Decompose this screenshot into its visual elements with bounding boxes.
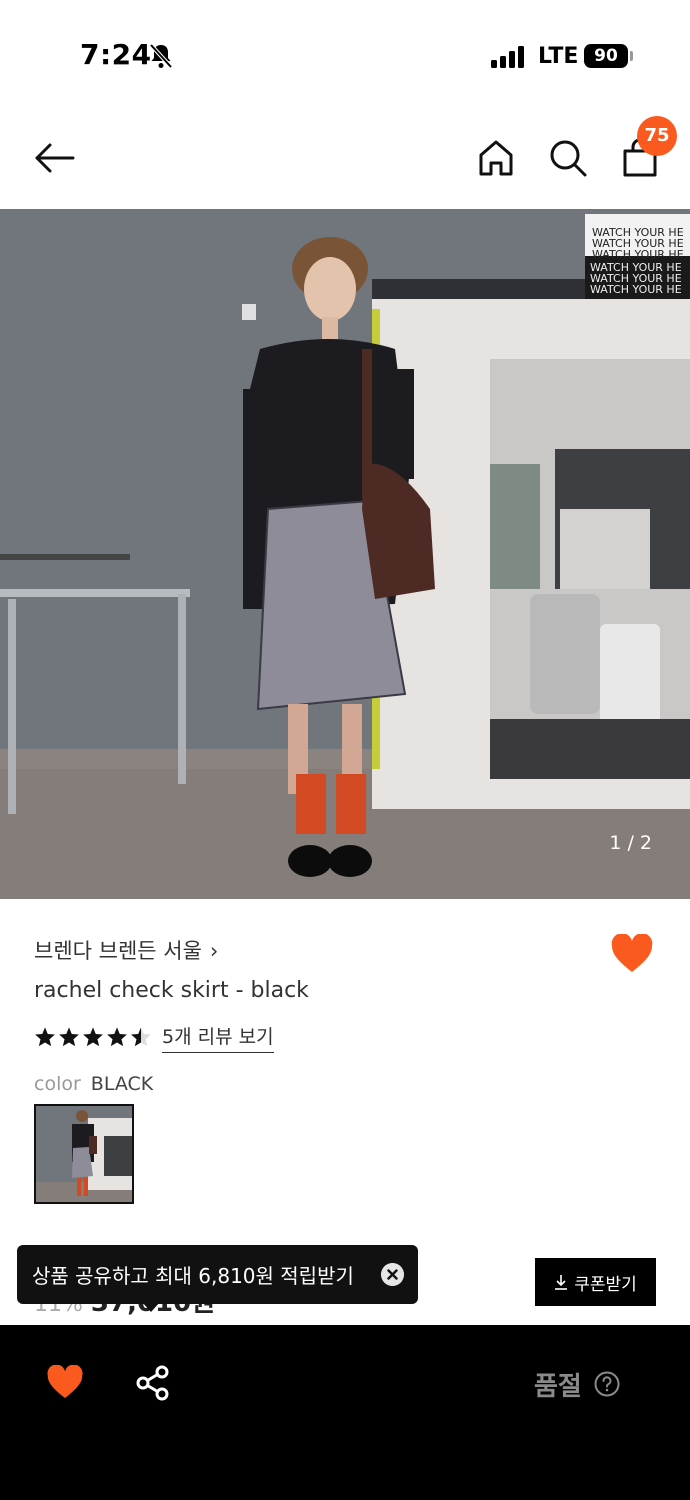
bell-slash-icon bbox=[149, 43, 173, 69]
battery-tip bbox=[630, 51, 633, 61]
close-icon[interactable] bbox=[381, 1263, 404, 1286]
battery-indicator: 90 bbox=[584, 44, 628, 68]
sign-line: WATCH YOUR HE bbox=[592, 248, 684, 261]
rating-stars bbox=[34, 1026, 152, 1048]
color-label: color bbox=[34, 1073, 81, 1095]
heart-icon[interactable] bbox=[610, 934, 654, 974]
share-icon[interactable] bbox=[134, 1364, 172, 1402]
star-icon bbox=[35, 1027, 55, 1047]
rating-row: 5개 리뷰 보기 bbox=[34, 1022, 274, 1053]
share-reward-toast[interactable]: 상품 공유하고 최대 6,810원 적립받기 bbox=[17, 1245, 418, 1304]
brand-link[interactable]: 브렌다 브렌든 서울 › bbox=[34, 935, 218, 965]
download-icon bbox=[555, 1275, 568, 1290]
product-photo-illustration: WATCH YOUR HE WATCH YOUR HE WATCH YOUR H… bbox=[0, 209, 690, 899]
status-bar: 7:24 LTE 90 bbox=[0, 0, 690, 110]
product-photo[interactable]: WATCH YOUR HE WATCH YOUR HE WATCH YOUR H… bbox=[0, 209, 690, 899]
help-icon[interactable] bbox=[594, 1371, 620, 1397]
reviews-link[interactable]: 5개 리뷰 보기 bbox=[162, 1022, 274, 1053]
toast-pointer bbox=[142, 1302, 160, 1312]
cart-count-badge[interactable]: 75 bbox=[637, 116, 677, 156]
star-half-icon bbox=[131, 1027, 151, 1047]
bottom-action-bar bbox=[0, 1325, 690, 1500]
star-icon bbox=[83, 1027, 103, 1047]
toast-text: 상품 공유하고 최대 6,810원 적립받기 bbox=[32, 1264, 354, 1288]
image-counter: 1 / 2 bbox=[609, 832, 652, 854]
star-icon bbox=[59, 1027, 79, 1047]
coupon-download-button[interactable]: 쿠폰받기 bbox=[535, 1258, 656, 1306]
home-icon[interactable] bbox=[474, 136, 518, 180]
signal-icon bbox=[491, 46, 524, 68]
chevron-right-icon: › bbox=[209, 939, 219, 963]
heart-icon[interactable] bbox=[46, 1365, 84, 1400]
color-option-thumbnail[interactable] bbox=[34, 1104, 134, 1204]
color-row: color BLACK bbox=[34, 1073, 153, 1095]
thumbnail-illustration bbox=[36, 1106, 132, 1202]
network-label: LTE bbox=[538, 44, 579, 69]
search-icon[interactable] bbox=[546, 136, 590, 180]
color-value: BLACK bbox=[90, 1073, 154, 1095]
star-icon bbox=[107, 1027, 127, 1047]
product-name: rachel check skirt - black bbox=[34, 978, 309, 1003]
status-time: 7:24 bbox=[80, 38, 152, 71]
brand-name: 브렌다 브렌든 서울 bbox=[34, 939, 202, 963]
sold-out-label: 품절 bbox=[534, 1372, 582, 1402]
back-arrow-icon[interactable] bbox=[32, 136, 76, 180]
coupon-label: 쿠폰받기 bbox=[574, 1274, 637, 1295]
sign-line: WATCH YOUR HE bbox=[590, 283, 682, 296]
